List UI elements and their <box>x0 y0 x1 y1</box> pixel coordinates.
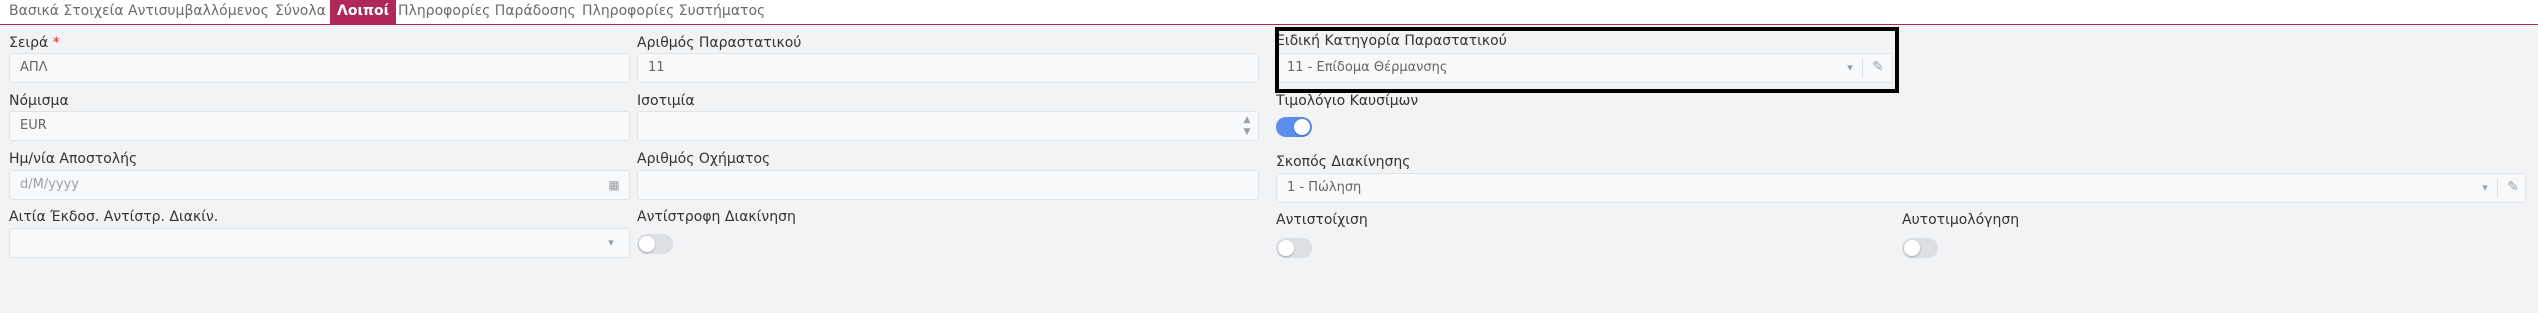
self-billing-toggle[interactable] <box>1902 238 1938 258</box>
reverse-reason-select[interactable] <box>9 228 630 258</box>
toggle-knob <box>1904 240 1920 256</box>
exchange-rate-label: Ισοτιμία <box>637 93 695 109</box>
reverse-movement-toggle[interactable] <box>637 234 673 254</box>
series-label: Σειρά * <box>9 35 60 51</box>
doc-number-label: Αριθμός Παραστατικού <box>637 35 802 51</box>
series-input[interactable]: ΑΠΛ <box>9 53 630 83</box>
toggle-knob <box>639 236 655 252</box>
tab-bar: Βασικά Στοιχεία Αντισυμβαλλόμενος Σύνολα… <box>0 0 2538 25</box>
doc-number-input[interactable]: 11 <box>637 53 1259 83</box>
fuel-invoice-label: Τιμολόγιο Καυσίμων <box>1276 93 1419 109</box>
chevron-down-icon[interactable]: ▾ <box>2478 181 2492 195</box>
reverse-reason-label: Αιτία Έκδοσ. Αντίστρ. Διακίν. <box>9 209 219 225</box>
movement-purpose-label: Σκοπός Διακίνησης <box>1276 154 1411 170</box>
tab-other[interactable]: Λοιποί <box>330 0 397 24</box>
movement-purpose-value: 1 - Πώληση <box>1287 180 1362 195</box>
edit-icon[interactable]: ✎ <box>2505 180 2521 194</box>
required-mark: * <box>52 35 60 51</box>
ship-date-label: Ημ/νία Αποστολής <box>9 151 138 167</box>
correlation-label: Αντιστοίχιση <box>1276 212 1368 228</box>
highlight-box <box>1275 27 1899 93</box>
toggle-knob <box>1278 240 1294 256</box>
self-billing-label: Αυτοτιμολόγηση <box>1902 212 2020 228</box>
tab-delivery-info[interactable]: Πληροφορίες Παράδοσης <box>398 2 576 21</box>
tab-totals[interactable]: Σύνολα <box>275 2 326 21</box>
exchange-rate-input[interactable] <box>637 111 1259 141</box>
calendar-icon[interactable]: ▦ <box>607 178 621 192</box>
reverse-movement-label: Αντίστροφη Διακίνηση <box>637 209 796 225</box>
correlation-toggle[interactable] <box>1276 238 1312 258</box>
spin-down-icon[interactable]: ▼ <box>1240 125 1254 139</box>
movement-purpose-select[interactable]: 1 - Πώληση <box>1276 173 2526 203</box>
vehicle-number-label: Αριθμός Οχήματος <box>637 151 771 167</box>
fuel-invoice-toggle[interactable] <box>1276 117 1312 137</box>
tab-system-info[interactable]: Πληροφορίες Συστήματος <box>582 2 765 21</box>
toggle-knob <box>1294 119 1310 135</box>
vehicle-number-input[interactable] <box>637 170 1259 200</box>
currency-label: Νόμισμα <box>9 93 69 109</box>
chevron-down-icon[interactable]: ▾ <box>604 236 618 250</box>
tab-basic-info[interactable]: Βασικά Στοιχεία <box>9 2 124 21</box>
tab-counterparty[interactable]: Αντισυμβαλλόμενος <box>128 2 269 21</box>
ship-date-input[interactable]: d/M/yyyy <box>9 170 630 200</box>
select-separator <box>2497 178 2498 198</box>
currency-input[interactable]: EUR <box>9 111 630 141</box>
